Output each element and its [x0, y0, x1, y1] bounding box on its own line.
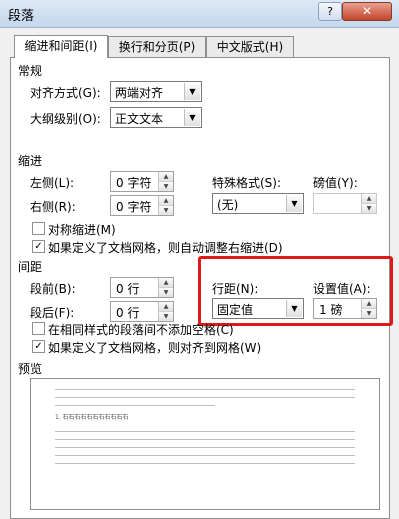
preview-following-line [55, 431, 355, 432]
auto-adjust-indent-checkbox[interactable]: ✓ [32, 240, 45, 253]
alignment-label: 对齐方式(G): [30, 86, 101, 100]
alignment-value: 两端对齐 [115, 86, 164, 100]
tab-indents-spacing[interactable]: 缩进和间距(I) [14, 35, 108, 58]
space-after-spinner[interactable]: 0 行 ▲ ▼ [110, 301, 174, 322]
snap-to-grid-checkbox[interactable]: ✓ [32, 340, 45, 353]
spin-down-icon[interactable]: ▼ [361, 203, 376, 213]
preview-previous-line [55, 405, 215, 406]
mirror-indents-label: 对称缩进(M) [48, 223, 116, 237]
spin-down-icon[interactable]: ▼ [158, 205, 173, 215]
space-after-label: 段后(F): [30, 306, 75, 320]
snap-to-grid-label: 如果定义了文档网格，则对齐到网格(W) [48, 341, 262, 355]
space-before-spinner[interactable]: 0 行 ▲ ▼ [110, 277, 174, 298]
outline-level-label: 大纲级别(O): [30, 112, 101, 126]
spin-down-icon[interactable]: ▼ [158, 287, 173, 297]
chevron-down-icon: ▼ [286, 195, 302, 212]
spin-down-icon[interactable]: ▼ [158, 311, 173, 321]
preview-heading: 预览 [18, 362, 43, 376]
title-bar: 段落 ? ✕ [0, 0, 399, 28]
tab-asian-typography[interactable]: 中文版式(H) [206, 36, 294, 57]
preview-following-line [55, 439, 355, 440]
indent-by-spinner[interactable]: ▲ ▼ [313, 193, 377, 214]
preview-sample-text: 1. 石石石石石石石石石石石 [55, 414, 129, 421]
chevron-down-icon: ▼ [184, 83, 200, 100]
no-space-same-style-checkbox[interactable] [32, 322, 45, 335]
right-indent-label: 右侧(R): [30, 200, 76, 214]
spin-up-icon[interactable]: ▲ [361, 194, 376, 203]
special-indent-value: (无) [217, 198, 239, 212]
right-indent-value: 0 字符 [116, 200, 152, 214]
space-before-label: 段前(B): [30, 282, 76, 296]
outline-level-value: 正文文本 [115, 112, 164, 126]
left-indent-label: 左侧(L): [30, 176, 75, 190]
special-indent-label: 特殊格式(S): [212, 176, 282, 190]
right-indent-spinner[interactable]: 0 字符 ▲ ▼ [110, 195, 174, 216]
help-button[interactable]: ? [318, 2, 342, 21]
preview-following-line [55, 447, 355, 448]
mirror-indents-checkbox[interactable] [32, 222, 45, 235]
indentation-heading: 缩进 [18, 154, 43, 168]
space-after-value: 0 行 [116, 306, 140, 320]
indent-by-label: 磅值(Y): [313, 176, 358, 190]
no-space-same-style-label: 在相同样式的段落间不添加空格(C) [48, 323, 234, 337]
checkmark-icon: ✓ [34, 341, 43, 352]
preview-previous-line [55, 397, 355, 398]
alignment-select[interactable]: 两端对齐 ▼ [110, 81, 202, 102]
highlight-annotation [198, 256, 393, 326]
checkmark-icon: ✓ [34, 241, 43, 252]
preview-previous-line [55, 389, 355, 390]
special-indent-select[interactable]: (无) ▼ [212, 193, 304, 214]
spacing-heading: 间距 [18, 260, 43, 274]
outline-level-select[interactable]: 正文文本 ▼ [110, 107, 202, 128]
spin-up-icon[interactable]: ▲ [158, 196, 173, 205]
spin-up-icon[interactable]: ▲ [158, 172, 173, 181]
general-heading: 常规 [18, 64, 43, 78]
preview-following-line [55, 463, 355, 464]
auto-adjust-indent-label: 如果定义了文档网格，则自动调整右缩进(D) [48, 241, 283, 255]
space-before-value: 0 行 [116, 282, 140, 296]
left-indent-value: 0 字符 [116, 176, 152, 190]
left-indent-spinner[interactable]: 0 字符 ▲ ▼ [110, 171, 174, 192]
spin-down-icon[interactable]: ▼ [158, 181, 173, 191]
close-button[interactable]: ✕ [342, 2, 392, 21]
tab-line-page-breaks[interactable]: 换行和分页(P) [108, 36, 206, 57]
chevron-down-icon: ▼ [184, 109, 200, 126]
spin-up-icon[interactable]: ▲ [158, 278, 173, 287]
dialog-title: 段落 [8, 9, 35, 24]
spin-up-icon[interactable]: ▲ [158, 302, 173, 311]
preview-following-line [55, 455, 355, 456]
preview-box: 1. 石石石石石石石石石石石 [30, 378, 380, 510]
